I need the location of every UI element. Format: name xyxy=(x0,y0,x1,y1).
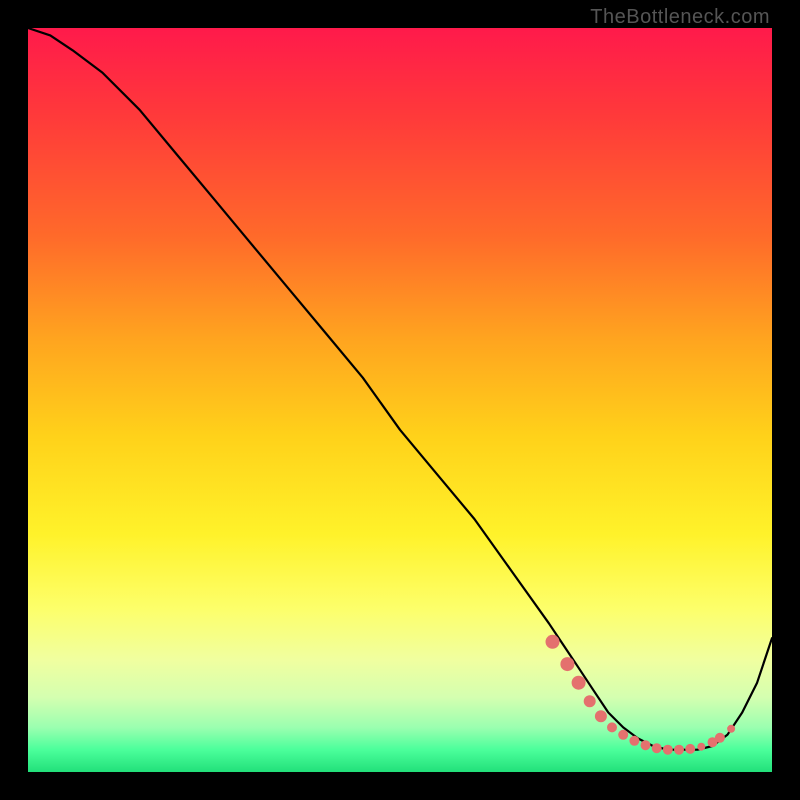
marker-point xyxy=(607,722,617,732)
attribution-text: TheBottleneck.com xyxy=(590,6,770,29)
marker-point xyxy=(674,745,684,755)
marker-point xyxy=(560,657,574,671)
marker-point xyxy=(727,725,735,733)
plot-area xyxy=(28,28,772,772)
marker-point xyxy=(595,710,607,722)
marker-point xyxy=(685,744,695,754)
marker-point xyxy=(629,736,639,746)
chart-frame: TheBottleneck.com xyxy=(0,0,800,800)
marker-point xyxy=(584,695,596,707)
marker-point xyxy=(715,733,725,743)
marker-point xyxy=(641,740,651,750)
marker-point xyxy=(663,745,673,755)
curve-svg xyxy=(28,28,772,772)
marker-point xyxy=(572,676,586,690)
marker-point xyxy=(652,743,662,753)
highlighted-points xyxy=(546,635,736,755)
bottleneck-curve xyxy=(28,28,772,750)
marker-point xyxy=(697,743,705,751)
marker-point xyxy=(546,635,560,649)
marker-point xyxy=(618,730,628,740)
